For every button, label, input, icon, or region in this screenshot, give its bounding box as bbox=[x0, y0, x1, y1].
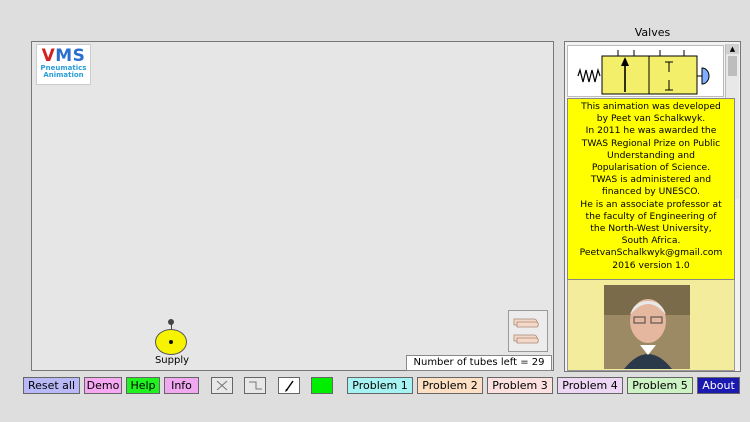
pencil-icon bbox=[285, 380, 294, 392]
problem-2-button[interactable]: Problem 2 bbox=[417, 377, 483, 394]
help-button[interactable]: Help bbox=[126, 377, 160, 394]
hands-button[interactable] bbox=[508, 310, 548, 352]
valve-symbol bbox=[577, 50, 710, 95]
scroll-thumb[interactable] bbox=[728, 56, 737, 76]
info-button[interactable]: Info bbox=[164, 377, 199, 394]
elbow-tube-icon bbox=[249, 381, 262, 390]
pushbutton-icon bbox=[697, 67, 710, 85]
supply-dot bbox=[169, 340, 173, 344]
demo-button[interactable]: Demo bbox=[84, 377, 122, 394]
about-button[interactable]: About bbox=[697, 377, 740, 394]
problem-3-button[interactable]: Problem 3 bbox=[487, 377, 553, 394]
author-photo bbox=[604, 285, 690, 369]
problem-4-button[interactable]: Problem 4 bbox=[557, 377, 623, 394]
valves-title: Valves bbox=[634, 26, 671, 39]
valve-item[interactable] bbox=[567, 45, 724, 97]
tube-tool-button[interactable] bbox=[244, 377, 266, 394]
problem-5-button[interactable]: Problem 5 bbox=[627, 377, 693, 394]
drawing-canvas[interactable] bbox=[31, 41, 554, 371]
pencil-tool-button[interactable] bbox=[278, 377, 300, 394]
scroll-up-icon[interactable]: ▲ bbox=[726, 44, 739, 54]
supply-label: Supply bbox=[154, 355, 190, 366]
spring-icon bbox=[577, 67, 601, 83]
about-text: This animation was developed by Peet van… bbox=[567, 98, 735, 280]
vms-logo: VMS Pneumatics Animation bbox=[36, 44, 91, 85]
supply-source[interactable] bbox=[155, 329, 187, 355]
supply-port[interactable] bbox=[168, 319, 174, 325]
delete-tool-button[interactable] bbox=[211, 377, 233, 394]
color-swatch-button[interactable] bbox=[311, 377, 333, 394]
tubes-left-counter: Number of tubes left = 29 bbox=[406, 355, 552, 371]
problem-1-button[interactable]: Problem 1 bbox=[347, 377, 413, 394]
hand-icon bbox=[513, 318, 539, 344]
reset-all-button[interactable]: Reset all bbox=[23, 377, 80, 394]
cross-icon bbox=[216, 380, 228, 391]
